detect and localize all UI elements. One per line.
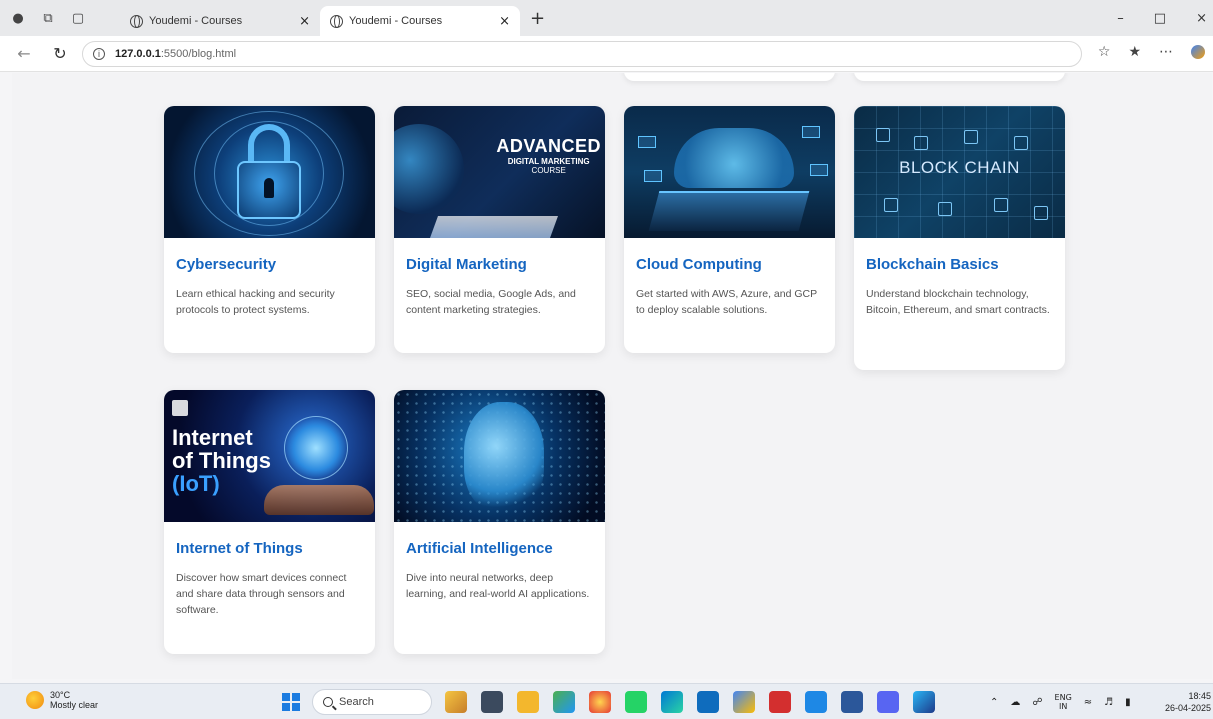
cybersecurity-image <box>164 106 375 238</box>
course-card-ai[interactable]: Artificial Intelligence Dive into neural… <box>394 390 605 654</box>
url-text: 127.0.0.1:5500/blog.html <box>115 47 237 60</box>
clock-date: 26-04-2025 <box>1164 702 1211 713</box>
close-icon[interactable]: × <box>299 14 310 29</box>
tab-title: Youdemi - Courses <box>349 15 443 27</box>
device-icon[interactable]: ☍ <box>1032 697 1042 708</box>
partial-card <box>854 73 1065 81</box>
course-title[interactable]: Artificial Intelligence <box>406 540 593 557</box>
vscode-icon[interactable] <box>805 691 827 713</box>
banner-line: BLOCK CHAIN <box>899 158 1020 177</box>
close-icon[interactable]: × <box>499 14 510 29</box>
chrome-alt-icon[interactable] <box>733 691 755 713</box>
course-card-cybersecurity[interactable]: Cybersecurity Learn ethical hacking and … <box>164 106 375 353</box>
weather-condition: Mostly clear <box>50 700 99 711</box>
minimize-icon[interactable]: – <box>1117 11 1124 26</box>
task-view-icon[interactable] <box>481 691 503 713</box>
taskbar-search[interactable]: Search <box>312 689 432 715</box>
course-card-blockchain[interactable]: BLOCK CHAIN Blockchain Basics Understand… <box>854 106 1065 370</box>
partial-card <box>624 73 835 81</box>
back-arrow-icon[interactable]: ← <box>12 44 36 63</box>
banner-line: ADVANCED <box>496 136 601 156</box>
tab-courses-2[interactable]: Youdemi - Courses × <box>320 6 520 36</box>
workspaces-icon[interactable]: ⧉ <box>40 10 56 26</box>
page-content: Cybersecurity Learn ethical hacking and … <box>12 73 1212 679</box>
course-title[interactable]: Cloud Computing <box>636 256 823 273</box>
course-description: Understand blockchain technology, Bitcoi… <box>866 288 1050 316</box>
discord-icon[interactable] <box>877 691 899 713</box>
reload-icon[interactable]: ↻ <box>48 44 72 63</box>
onedrive-icon[interactable]: ☁ <box>1010 697 1020 708</box>
star-icon[interactable]: ☆ <box>1098 44 1111 60</box>
close-window-icon[interactable]: × <box>1196 11 1207 26</box>
battery-icon[interactable]: ▮ <box>1125 697 1131 708</box>
search-icon <box>323 697 333 707</box>
info-icon[interactable]: i <box>93 47 105 60</box>
maximize-icon[interactable]: □ <box>1154 11 1166 26</box>
cloud-computing-image <box>624 106 835 238</box>
digital-marketing-image: ADVANCED DIGITAL MARKETING COURSE <box>394 106 605 238</box>
course-card-digital-marketing[interactable]: ADVANCED DIGITAL MARKETING COURSE Digita… <box>394 106 605 353</box>
browser-tab-bar: ● ⧉ ▢ Youdemi - Courses × Youdemi - Cour… <box>0 0 1213 36</box>
store-icon[interactable] <box>697 691 719 713</box>
more-icon[interactable]: ⋯ <box>1159 44 1173 60</box>
clock[interactable]: 18:45 26-04-2025 <box>1165 691 1211 714</box>
word-icon[interactable] <box>841 691 863 713</box>
course-description: SEO, social media, Google Ads, and conte… <box>406 288 576 316</box>
new-tab-button[interactable]: + <box>530 8 545 29</box>
blockchain-image: BLOCK CHAIN <box>854 106 1065 238</box>
region-code: IN <box>1058 702 1068 712</box>
url-field[interactable]: i 127.0.0.1:5500/blog.html <box>82 40 1082 67</box>
language-indicator[interactable]: ENG IN <box>1055 693 1072 711</box>
globe-icon <box>130 14 143 28</box>
course-card-iot[interactable]: Internet of Things (IoT) Internet of Thi… <box>164 390 375 654</box>
copilot-icon[interactable] <box>1191 45 1205 59</box>
course-title[interactable]: Cybersecurity <box>176 256 363 273</box>
taskbar: 30°C Mostly clear Search ⌃ ☁ ☍ ENG IN ≈ … <box>0 683 1213 719</box>
weather-widget[interactable]: 30°C Mostly clear <box>26 690 98 711</box>
wifi-icon[interactable]: ≈ <box>1084 697 1092 708</box>
favorites-list-icon[interactable]: ★ <box>1128 44 1141 60</box>
weather-icon <box>26 691 44 710</box>
chrome-icon[interactable] <box>589 691 611 713</box>
widgets-icon[interactable] <box>445 691 467 713</box>
photos-icon[interactable] <box>913 691 935 713</box>
chevron-up-icon[interactable]: ⌃ <box>990 697 998 708</box>
taskbar-apps <box>445 691 935 713</box>
iot-image: Internet of Things (IoT) <box>164 390 375 522</box>
whatsapp-icon[interactable] <box>625 691 647 713</box>
course-description: Discover how smart devices connect and s… <box>176 572 347 616</box>
app-icon[interactable] <box>553 691 575 713</box>
course-description: Learn ethical hacking and security proto… <box>176 288 335 316</box>
address-bar-row: ← ↻ i 127.0.0.1:5500/blog.html ☆ ★ ⋯ <box>0 36 1213 72</box>
language-code: ENG <box>1054 693 1072 702</box>
system-tray: ⌃ ☁ ☍ ENG IN ≈ ♬ ▮ <box>990 693 1131 711</box>
course-description: Dive into neural networks, deep learning… <box>406 572 590 600</box>
tab-title: Youdemi - Courses <box>149 15 243 27</box>
start-icon[interactable] <box>282 693 300 711</box>
course-title[interactable]: Digital Marketing <box>406 256 593 273</box>
course-card-cloud-computing[interactable]: Cloud Computing Get started with AWS, Az… <box>624 106 835 353</box>
course-title[interactable]: Internet of Things <box>176 540 363 557</box>
banner-line: (IoT) <box>172 471 220 497</box>
banner-line: of Things <box>172 448 271 474</box>
banner-line: DIGITAL MARKETING <box>507 157 590 166</box>
profile-icon[interactable]: ● <box>10 10 26 26</box>
course-title[interactable]: Blockchain Basics <box>866 256 1053 273</box>
temperature: 30°C <box>50 690 71 700</box>
banner-line: COURSE <box>531 166 566 175</box>
window-controls: – □ × <box>1117 0 1213 36</box>
ai-image <box>394 390 605 522</box>
course-description: Get started with AWS, Azure, and GCP to … <box>636 288 817 316</box>
search-label: Search <box>339 696 374 708</box>
tab-actions-icon[interactable]: ▢ <box>70 10 86 26</box>
mcafee-icon[interactable] <box>769 691 791 713</box>
edge-icon[interactable] <box>661 691 683 713</box>
tab-courses-1[interactable]: Youdemi - Courses × <box>120 6 320 36</box>
globe-icon <box>330 14 343 28</box>
logo-badge <box>172 400 188 416</box>
file-explorer-icon[interactable] <box>517 691 539 713</box>
clock-time: 18:45 <box>1188 691 1211 701</box>
banner-line: Internet <box>172 425 253 450</box>
volume-icon[interactable]: ♬ <box>1104 697 1113 708</box>
